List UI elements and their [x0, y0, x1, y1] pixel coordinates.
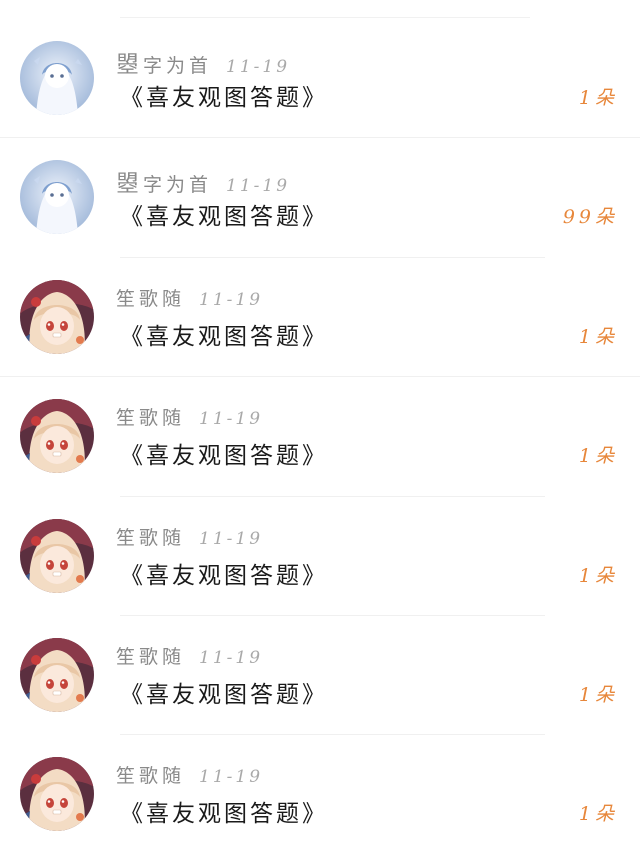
username[interactable]: 笙歌随 — [116, 403, 185, 430]
avatar[interactable] — [20, 41, 94, 115]
list-item[interactable]: 曌字为首 11-19 《喜友观图答题》 1朵 — [0, 19, 640, 139]
timestamp: 11-19 — [226, 57, 291, 77]
blue-ghost-avatar-icon — [20, 41, 94, 115]
anime-girl-avatar-icon — [20, 279, 94, 354]
anime-girl-avatar-icon — [20, 518, 94, 593]
list-item[interactable]: 曌字为首 11-19 《喜友观图答题》 99朵 — [0, 138, 640, 259]
message-title: 《喜友观图答题》 — [120, 323, 328, 350]
gift-count: 1朵 — [578, 325, 618, 348]
avatar[interactable] — [20, 757, 94, 832]
top-divider — [120, 17, 530, 18]
gift-message-list: 曌字为首 11-19 《喜友观图答题》 1朵 曌字为首 11-19 《喜友观图答… — [0, 19, 640, 855]
timestamp: 11-19 — [199, 647, 264, 668]
gift-count: 1朵 — [578, 87, 618, 109]
list-item[interactable]: 笙歌随 11-19 《喜友观图答题》 1朵 — [0, 497, 640, 617]
avatar[interactable] — [20, 279, 94, 354]
message-title: 《喜友观图答题》 — [120, 443, 328, 470]
avatar[interactable] — [20, 637, 94, 712]
gift-count: 1朵 — [578, 445, 618, 468]
timestamp: 11-19 — [199, 289, 264, 310]
username[interactable]: 笙歌随 — [116, 523, 185, 550]
avatar[interactable] — [20, 399, 94, 474]
list-item[interactable]: 笙歌随 11-19 《喜友观图答题》 1朵 — [0, 735, 640, 854]
list-item[interactable]: 笙歌随 11-19 《喜友观图答题》 1朵 — [0, 258, 640, 378]
sender-info: 曌字为首 11-19 — [116, 164, 290, 197]
message-title: 《喜友观图答题》 — [120, 562, 328, 589]
timestamp: 11-19 — [199, 528, 264, 549]
message-title: 《喜友观图答题》 — [120, 204, 328, 231]
anime-girl-avatar-icon — [20, 399, 94, 474]
sender-info: 笙歌随 11-19 — [116, 403, 263, 429]
username[interactable]: 笙歌随 — [116, 761, 185, 788]
list-item[interactable]: 笙歌随 11-19 《喜友观图答题》 1朵 — [0, 377, 640, 497]
sender-info: 笙歌随 11-19 — [116, 642, 263, 668]
username[interactable]: 笙歌随 — [116, 284, 185, 311]
sender-info: 笙歌随 11-19 — [116, 523, 263, 549]
gift-count: 1朵 — [578, 683, 618, 706]
anime-girl-avatar-icon — [20, 757, 94, 832]
sender-info: 笙歌随 11-19 — [116, 284, 263, 310]
timestamp: 11-19 — [199, 409, 264, 430]
sender-info: 笙歌随 11-19 — [116, 761, 263, 787]
username[interactable]: 笙歌随 — [116, 642, 185, 669]
avatar[interactable] — [20, 160, 94, 235]
message-title: 《喜友观图答题》 — [120, 85, 328, 111]
anime-girl-avatar-icon — [20, 637, 94, 712]
timestamp: 11-19 — [199, 767, 264, 788]
message-title: 《喜友观图答题》 — [120, 681, 328, 708]
username[interactable]: 曌字为首 — [116, 164, 212, 198]
username[interactable]: 曌字为首 — [116, 45, 212, 79]
sender-info: 曌字为首 11-19 — [116, 45, 290, 78]
timestamp: 11-19 — [226, 176, 291, 197]
blue-ghost-avatar-icon — [20, 160, 94, 235]
avatar[interactable] — [20, 518, 94, 593]
list-item[interactable]: 笙歌随 11-19 《喜友观图答题》 1朵 — [0, 616, 640, 736]
gift-count: 99朵 — [562, 206, 618, 229]
gift-count: 1朵 — [578, 803, 618, 826]
message-title: 《喜友观图答题》 — [120, 801, 328, 828]
gift-count: 1朵 — [578, 564, 618, 587]
